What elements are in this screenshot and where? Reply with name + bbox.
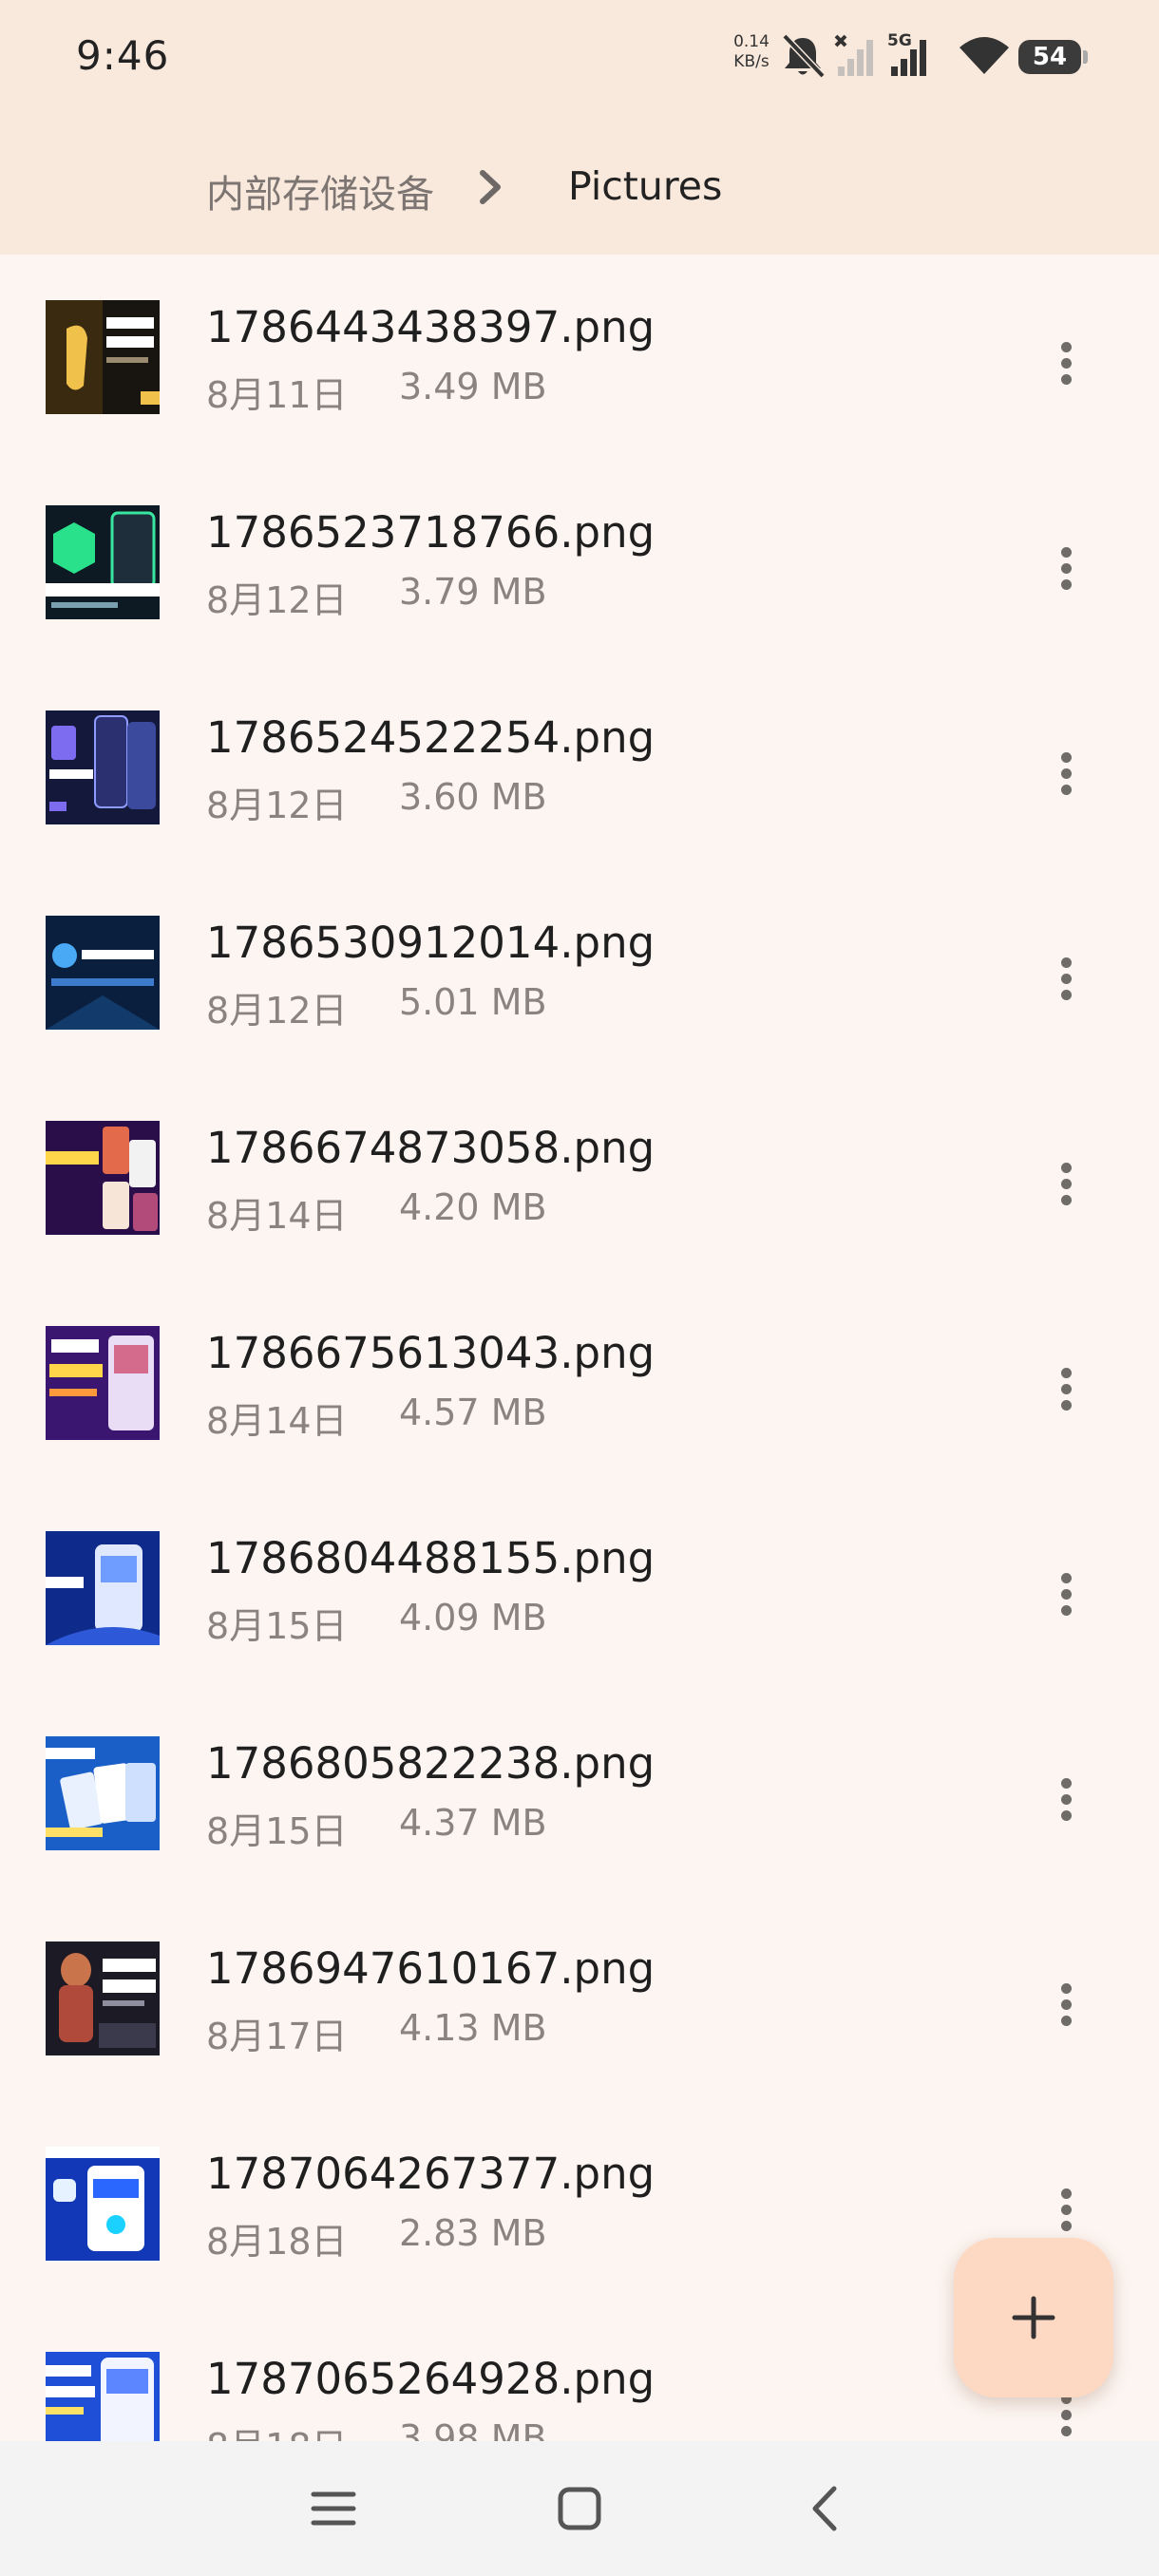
more-options-icon[interactable] xyxy=(1045,745,1092,802)
more-options-icon[interactable] xyxy=(1045,1360,1092,1417)
file-thumbnail xyxy=(46,1736,160,1850)
file-item[interactable]: 1786674873058.png 8月14日 4.20 MB xyxy=(0,1075,1159,1280)
back-icon xyxy=(812,2486,837,2531)
file-date: 8月12日 xyxy=(206,785,348,826)
breadcrumb: 内部存储设备 Pictures xyxy=(0,123,1159,255)
bell-muted-icon xyxy=(782,33,826,79)
file-size: 4.09 MB xyxy=(399,1597,547,1638)
home-button[interactable] xyxy=(546,2475,613,2542)
file-size: 3.98 MB xyxy=(399,2417,547,2441)
file-thumbnail xyxy=(46,300,160,414)
file-name: 1786523718766.png xyxy=(206,507,656,558)
file-name: 1786443438397.png xyxy=(206,302,656,352)
network-speed-unit: KB/s xyxy=(733,52,770,71)
file-name: 1786524522254.png xyxy=(206,712,656,763)
chevron-right-icon xyxy=(480,170,501,204)
file-name: 1786675613043.png xyxy=(206,1328,656,1378)
more-options-icon[interactable] xyxy=(1045,1565,1092,1622)
file-item[interactable]: 1786443438397.png 8月11日 3.49 MB xyxy=(0,255,1159,460)
breadcrumb-root[interactable]: 内部存储设备 xyxy=(206,163,434,218)
file-name: 1786947610167.png xyxy=(206,1943,656,1994)
more-options-icon[interactable] xyxy=(1045,1155,1092,1212)
file-item[interactable]: 1786805822238.png 8月15日 4.37 MB xyxy=(0,1691,1159,1896)
more-options-icon[interactable] xyxy=(1045,2181,1092,2238)
file-size: 3.60 MB xyxy=(399,776,547,818)
file-item[interactable]: 1786524522254.png 8月12日 3.60 MB xyxy=(0,665,1159,870)
file-thumbnail xyxy=(46,1326,160,1440)
plus-icon xyxy=(1012,2296,1055,2339)
file-name: 1786674873058.png xyxy=(206,1123,656,1173)
file-date: 8月11日 xyxy=(206,374,348,416)
file-size: 5.01 MB xyxy=(399,981,547,1023)
more-options-icon[interactable] xyxy=(1045,540,1092,597)
file-item[interactable]: 1786804488155.png 8月15日 4.09 MB xyxy=(0,1486,1159,1691)
file-item[interactable]: 1786675613043.png 8月14日 4.57 MB xyxy=(0,1280,1159,1486)
add-button[interactable] xyxy=(954,2238,1113,2397)
back-button[interactable] xyxy=(794,2475,861,2542)
file-name: 1786804488155.png xyxy=(206,1533,656,1583)
file-thumbnail xyxy=(46,2147,160,2261)
file-thumbnail xyxy=(46,1121,160,1235)
menu-icon xyxy=(311,2491,356,2526)
file-date: 8月18日 xyxy=(206,2221,348,2263)
network-type-label: 5G xyxy=(887,31,912,50)
file-thumbnail xyxy=(46,1941,160,2055)
file-size: 4.13 MB xyxy=(399,2007,547,2049)
file-item[interactable]: 1786523718766.png 8月12日 3.79 MB xyxy=(0,460,1159,665)
more-options-icon[interactable] xyxy=(1045,1976,1092,2033)
file-size: 4.20 MB xyxy=(399,1186,547,1228)
file-name: 1787065264928.png xyxy=(206,2354,656,2404)
file-name: 1787064267377.png xyxy=(206,2149,656,2199)
file-thumbnail xyxy=(46,916,160,1030)
more-options-icon[interactable] xyxy=(1045,1771,1092,1828)
breadcrumb-current[interactable]: Pictures xyxy=(568,163,722,209)
file-date: 8月14日 xyxy=(206,1400,348,1442)
status-bar: 9:46 0.14 KB/s 5G 54 xyxy=(0,0,1159,123)
network-speed-value: 0.14 xyxy=(733,32,770,51)
file-size: 4.37 MB xyxy=(399,1802,547,1844)
file-item[interactable]: 1786530912014.png 8月12日 5.01 MB xyxy=(0,870,1159,1075)
file-list: 1786443438397.png 8月11日 3.49 MB 17865237… xyxy=(0,255,1159,2441)
file-name: 1786530912014.png xyxy=(206,918,656,968)
file-thumbnail xyxy=(46,2352,160,2441)
navigation-bar xyxy=(0,2441,1159,2576)
file-date: 8月15日 xyxy=(206,1810,348,1852)
status-time: 9:46 xyxy=(76,32,170,79)
no-signal-icon xyxy=(834,34,873,76)
battery-icon: 54 xyxy=(1018,40,1081,74)
home-icon xyxy=(558,2487,601,2530)
network-speed: 0.14 KB/s xyxy=(728,32,775,72)
file-date: 8月14日 xyxy=(206,1195,348,1237)
file-date: 8月12日 xyxy=(206,579,348,621)
signal-5g-icon: 5G xyxy=(887,31,926,76)
file-size: 3.79 MB xyxy=(399,571,547,613)
more-options-icon[interactable] xyxy=(1045,334,1092,391)
file-size: 2.83 MB xyxy=(399,2212,547,2254)
menu-button[interactable] xyxy=(300,2475,367,2542)
file-date: 8月12日 xyxy=(206,990,348,1032)
file-date: 8月17日 xyxy=(206,2016,348,2057)
file-date: 8月15日 xyxy=(206,1605,348,1647)
file-size: 4.57 MB xyxy=(399,1392,547,1433)
file-date: 8月18日 xyxy=(206,2417,348,2441)
file-item[interactable]: 1786947610167.png 8月17日 4.13 MB xyxy=(0,1896,1159,2101)
file-thumbnail xyxy=(46,505,160,619)
file-size: 3.49 MB xyxy=(399,366,547,407)
file-name: 1786805822238.png xyxy=(206,1738,656,1789)
file-thumbnail xyxy=(46,1531,160,1645)
file-thumbnail xyxy=(46,710,160,824)
battery-cap xyxy=(1083,50,1088,64)
more-options-icon[interactable] xyxy=(1045,950,1092,1007)
wifi-icon xyxy=(960,37,1009,74)
